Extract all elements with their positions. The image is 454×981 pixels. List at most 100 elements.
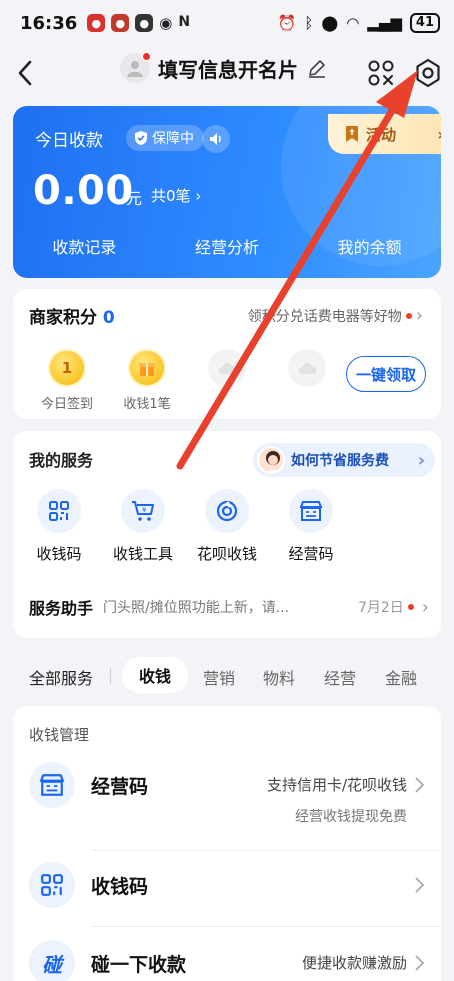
assistant-title: 服务助手 [29, 599, 94, 618]
app-notification-icon: ● [87, 14, 106, 32]
cart-icon: ¥ [121, 489, 165, 533]
storefront-icon [289, 489, 333, 533]
divider [91, 850, 441, 851]
cloud-icon [208, 349, 246, 387]
merchant-points-card: 商家积分 0 领积分兑话费电器等好物 › 1 今日签到 收钱1笔 一键领取 [13, 289, 441, 419]
points-title[interactable]: 商家积分 0 [29, 303, 115, 328]
scan-button[interactable] [366, 58, 396, 88]
row-title: 收钱码 [91, 876, 149, 898]
chevron-right-icon: › [415, 305, 423, 326]
row-title: 碰一下收款 [91, 954, 187, 976]
service-tabs: 全部服务 收钱 营销 物料 经营 金融 [0, 655, 454, 695]
user-icon [127, 61, 143, 77]
guard-label: 保障中 [152, 131, 194, 147]
assistant-message: 门头照/摊位照功能上新，请... [103, 600, 290, 616]
activity-tag[interactable]: 活动 › [328, 114, 441, 154]
transaction-count: 共0笔 [151, 187, 191, 205]
gear-icon [416, 58, 440, 88]
row-collect-code[interactable]: 收钱码 [13, 862, 441, 927]
notification-dot [142, 52, 151, 61]
row-business-code[interactable]: 经营码 支持信用卡/花呗收钱 经营收钱提现免费 [13, 762, 441, 852]
bluetooth-icon: ᛒ [304, 14, 314, 32]
reward-label: 今日签到 [40, 397, 93, 412]
service-label: 收钱工具 [112, 545, 173, 563]
tab-collect[interactable]: 收钱 [122, 657, 188, 693]
scan-icon [368, 60, 394, 86]
shield-check-icon [135, 131, 147, 145]
save-fee-link[interactable]: 如何节省服务费 › [253, 443, 435, 477]
qr-grid-icon [29, 862, 75, 908]
location-icon: ⬤ [321, 14, 339, 32]
tab-operations[interactable]: 经营 [324, 665, 356, 689]
storefront-icon [29, 762, 75, 808]
wifi-icon: ◠ [346, 14, 360, 32]
status-bar: 16:36 ● ● ● ◉ N ⏰ ᛒ ⬤ ◠ ▂▄▆ 41 [0, 0, 454, 46]
coin-icon: 1 [48, 349, 86, 387]
today-income-label: 今日收款 [35, 131, 103, 151]
tab-finance[interactable]: 金融 [385, 665, 417, 689]
row-description: 便捷收款赚激励 [301, 954, 407, 972]
voice-broadcast-button[interactable] [202, 125, 230, 153]
profile-title-group[interactable]: 填写信息开名片 [120, 52, 328, 83]
today-amount: 0.00 [33, 168, 134, 214]
reward-placeholder [185, 349, 269, 387]
service-label: 经营码 [288, 545, 334, 563]
app-notification-icon: ● [135, 14, 154, 32]
points-value: 0 [102, 308, 115, 328]
reward-checkin[interactable]: 1 今日签到 [25, 349, 109, 412]
service-business-code[interactable]: 经营码 [271, 489, 351, 564]
tab-materials[interactable]: 物料 [263, 665, 295, 689]
today-income-card[interactable]: 今日收款 保障中 活动 › 0.00 元 共0笔 › 收款记录 经营分析 我的余… [13, 106, 441, 278]
collect-management-card: 收钱管理 经营码 支持信用卡/花呗收钱 经营收钱提现免费 收钱码 碰 碰一下收款… [13, 706, 441, 981]
reward-label: 收钱1笔 [123, 397, 171, 412]
chevron-right-icon: › [421, 596, 429, 618]
qr-grid-icon [37, 489, 81, 533]
amount-unit: 元 [126, 189, 143, 208]
status-app-icons: ● ● ● ◉ N [87, 14, 190, 32]
chevron-right-icon [415, 877, 425, 893]
service-huabei[interactable]: 花呗收钱 [187, 489, 267, 564]
chevron-left-icon [18, 60, 32, 86]
service-label: 收钱码 [36, 545, 82, 563]
reward-first-payment[interactable]: 收钱1笔 [105, 349, 189, 412]
row-tap-to-pay[interactable]: 碰 碰一下收款 便捷收款赚激励 [13, 940, 441, 981]
avatar[interactable] [120, 52, 151, 83]
chevron-right-icon: › [437, 125, 441, 144]
services-title: 我的服务 [29, 451, 94, 470]
claim-all-button[interactable]: 一键领取 [346, 356, 426, 392]
row-subtext: 经营收钱提现免费 [295, 809, 407, 825]
cloud-icon [288, 349, 326, 387]
status-time: 16:36 [20, 12, 78, 34]
signal-icon: ▂▄▆ [367, 14, 402, 32]
back-button[interactable] [10, 56, 40, 90]
page-title[interactable]: 填写信息开名片 [158, 54, 298, 83]
card-links: 收款记录 经营分析 我的余额 [13, 234, 441, 258]
huabei-icon [205, 489, 249, 533]
divider [91, 926, 441, 927]
chevron-right-icon: › [417, 449, 425, 471]
link-income-records[interactable]: 收款记录 [14, 234, 154, 258]
section-heading: 收钱管理 [29, 726, 90, 744]
service-collect-code[interactable]: 收钱码 [19, 489, 99, 564]
reward-placeholder [265, 349, 349, 387]
chevron-right-icon [415, 777, 425, 793]
points-promo-text: 领积分兑话费电器等好物 [247, 308, 402, 325]
service-collect-tools[interactable]: ¥ 收钱工具 [103, 489, 183, 564]
tab-all-services[interactable]: 全部服务 [29, 665, 93, 689]
guard-badge[interactable]: 保障中 [126, 125, 204, 151]
assistant-date: 7月2日 [357, 600, 404, 616]
service-assistant-row[interactable]: 服务助手 门头照/摊位照功能上新，请... 7月2日 › [29, 595, 429, 619]
settings-button[interactable] [412, 57, 444, 89]
link-business-analysis[interactable]: 经营分析 [157, 234, 297, 258]
transaction-count-link[interactable]: 共0笔 › [151, 185, 201, 206]
link-my-balance[interactable]: 我的余额 [300, 234, 440, 258]
nfc-icon: N [178, 14, 191, 30]
points-title-text: 商家积分 [29, 308, 97, 328]
battery-indicator: 41 [409, 13, 440, 33]
my-services-card: 我的服务 如何节省服务费 › 收钱码 ¥ 收钱工具 花呗收钱 经营码 服务助手 … [13, 431, 441, 638]
svg-text:¥: ¥ [142, 506, 147, 514]
points-promo-link[interactable]: 领积分兑话费电器等好物 › [248, 305, 423, 326]
tap-icon: 碰 [29, 940, 75, 981]
tab-marketing[interactable]: 营销 [203, 665, 235, 689]
edit-icon[interactable] [306, 57, 328, 79]
